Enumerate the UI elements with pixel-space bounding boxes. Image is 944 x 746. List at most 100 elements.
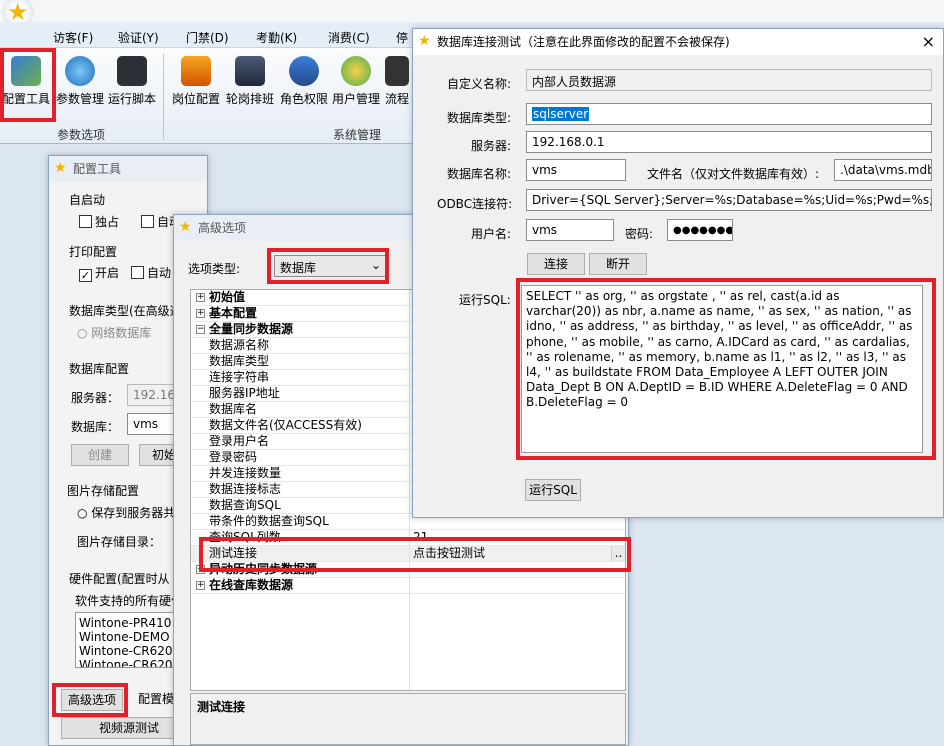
option-type-label: 选项类型:	[188, 262, 241, 276]
menu-more[interactable]: 停	[396, 29, 408, 46]
expand-icon[interactable]: +	[196, 581, 205, 590]
name-label: 自定义名称:	[447, 77, 512, 91]
grid-row-value[interactable]: 点击按钮测试..	[409, 546, 625, 562]
menu-access[interactable]: 门禁(D)	[186, 29, 229, 46]
close-icon[interactable]: ×	[922, 29, 935, 55]
flow-icon	[385, 56, 409, 86]
menu-visitor[interactable]: 访客(F)	[53, 29, 93, 46]
odbc-label: ODBC连接符:	[437, 197, 513, 211]
config-tool-button[interactable]: 配置工具	[0, 56, 52, 107]
file-input[interactable]: .\data\vms.mdb	[834, 159, 932, 181]
expand-icon[interactable]: +	[196, 309, 205, 318]
grid-row-key: 初始值	[209, 290, 246, 304]
param-manage-button[interactable]: 参数管理	[54, 56, 106, 107]
collapse-icon[interactable]: −	[196, 325, 205, 334]
network-db-radio[interactable]: ○ 网络数据库	[77, 324, 151, 341]
grid-row-key: 数据源名称	[209, 338, 270, 352]
grid-row-key: 并发连接数量	[209, 466, 282, 480]
expand-icon[interactable]: +	[196, 293, 205, 302]
server-label: 服务器:	[471, 139, 512, 153]
grid-row-key: 异动历史同步数据源	[209, 562, 318, 576]
group-system: 系统管理	[333, 128, 382, 142]
star-icon: ★	[179, 219, 192, 235]
terminal-icon	[117, 56, 147, 86]
menu-verify[interactable]: 验证(Y)	[118, 29, 159, 46]
guard-icon	[235, 56, 265, 86]
sql-label: 运行SQL:	[459, 293, 511, 307]
grid-row-value-text: 21	[413, 530, 429, 544]
role-button[interactable]: 角色权限	[278, 56, 330, 107]
star-icon: ★	[54, 160, 67, 176]
pwd-input[interactable]: ●●●●●●●●	[667, 219, 733, 241]
sql-textarea[interactable]: SELECT '' as org, '' as orgstate , '' as…	[521, 285, 923, 453]
dbname-input[interactable]: vms	[526, 159, 626, 181]
property-description: 测试连接	[190, 693, 626, 745]
grid-row-key: 查询SQL列数	[209, 530, 281, 544]
img-dir-label: 图片存储目录：	[77, 535, 162, 549]
option-type-select[interactable]: 数据库 ⌄	[274, 255, 386, 277]
grid-row-key: 数据查询SQL	[209, 498, 281, 512]
grid-row-key: 数据连接标志	[209, 482, 282, 496]
db-test-titlebar: ★ 数据库连接测试（注意在此界面修改的配置不会被保存) ×	[413, 29, 943, 55]
img-label: 图片存储配置	[67, 484, 140, 498]
menu-attendance[interactable]: 考勤(K)	[256, 29, 297, 46]
chevron-down-icon: ⌄	[370, 258, 381, 272]
name-input[interactable]: 内部人员数据源	[526, 69, 932, 91]
app-titlebar: ★	[0, 0, 944, 28]
grid-row-value[interactable]: 21	[409, 530, 625, 546]
create-button[interactable]: 创建	[71, 444, 129, 466]
open-checkbox[interactable]: ✓ 开启	[79, 264, 119, 282]
advanced-button[interactable]: 高级选项	[61, 689, 123, 711]
grid-row-key: 登录用户名	[209, 434, 270, 448]
type-label: 数据库类型:	[447, 111, 512, 125]
user-manage-button[interactable]: 用户管理	[330, 56, 382, 107]
connect-button[interactable]: 连接	[527, 253, 585, 275]
autostart-label: 自启动	[69, 193, 106, 207]
type-input[interactable]: sqlserver	[526, 103, 932, 125]
db-label: 数据库：	[71, 420, 120, 434]
dbtype-label: 数据库类型(在高级选	[69, 304, 182, 318]
server-label: 服务器：	[71, 391, 120, 405]
expand-icon[interactable]: +	[196, 565, 205, 574]
grid-row-key: 基本配置	[209, 306, 258, 320]
users-icon	[289, 56, 319, 86]
server-input[interactable]: 192.168.0.1	[526, 131, 932, 153]
user-label: 用户名:	[471, 227, 512, 241]
grid-row-key: 带条件的数据查询SQL	[209, 514, 329, 528]
grid-row-key: 全量同步数据源	[209, 322, 294, 336]
grid-row-key: 数据库类型	[209, 354, 270, 368]
config-tool-icon	[11, 56, 41, 86]
grid-divider	[409, 290, 410, 690]
ellipsis-button[interactable]: ..	[611, 546, 625, 561]
grid-row-key: 在线查库数据源	[209, 578, 294, 592]
ribbon-divider	[163, 54, 164, 140]
grid-row-key: 数据文件名(仅ACCESS有效)	[209, 418, 362, 432]
exclusive-checkbox[interactable]: 独占	[79, 213, 119, 230]
run-sql-button[interactable]: 运行SQL	[525, 479, 581, 501]
hw-label: 硬件配置(配置时从	[69, 572, 170, 586]
db-test-window: ★ 数据库连接测试（注意在此界面修改的配置不会被保存) × 自定义名称: 内部人员数…	[412, 28, 944, 518]
group-params: 参数选项	[57, 128, 106, 142]
shift-button[interactable]: 轮岗排班	[224, 56, 276, 107]
grid-row-key: 测试连接	[209, 546, 258, 560]
grid-row-key: 登录密码	[209, 450, 258, 464]
menu-consume[interactable]: 消费(C)	[328, 29, 370, 46]
disconnect-button[interactable]: 断开	[589, 253, 647, 275]
people-icon	[341, 56, 371, 86]
user-input[interactable]: vms	[526, 219, 614, 241]
grid-row-value-text: 点击按钮测试	[413, 546, 486, 560]
odbc-input[interactable]: Driver={SQL Server};Server=%s;Database=%…	[526, 189, 932, 211]
post-config-button[interactable]: 岗位配置	[170, 56, 222, 107]
config-tool-titlebar: ★ 配置工具	[49, 156, 207, 182]
gear-icon	[65, 56, 95, 86]
post-icon	[181, 56, 211, 86]
auto2-checkbox[interactable]: 自动	[131, 264, 171, 281]
flow-button[interactable]: 流程	[382, 56, 412, 107]
dbconfig-label: 数据库配置	[69, 362, 130, 376]
print-label: 打印配置	[69, 245, 118, 259]
star-icon: ★	[418, 33, 431, 49]
pwd-label: 密码:	[625, 227, 654, 241]
save-server-radio[interactable]: ○ 保存到服务器共	[77, 504, 175, 521]
grid-row-key: 数据库名	[209, 402, 258, 416]
run-script-button[interactable]: 运行脚本	[106, 56, 158, 107]
